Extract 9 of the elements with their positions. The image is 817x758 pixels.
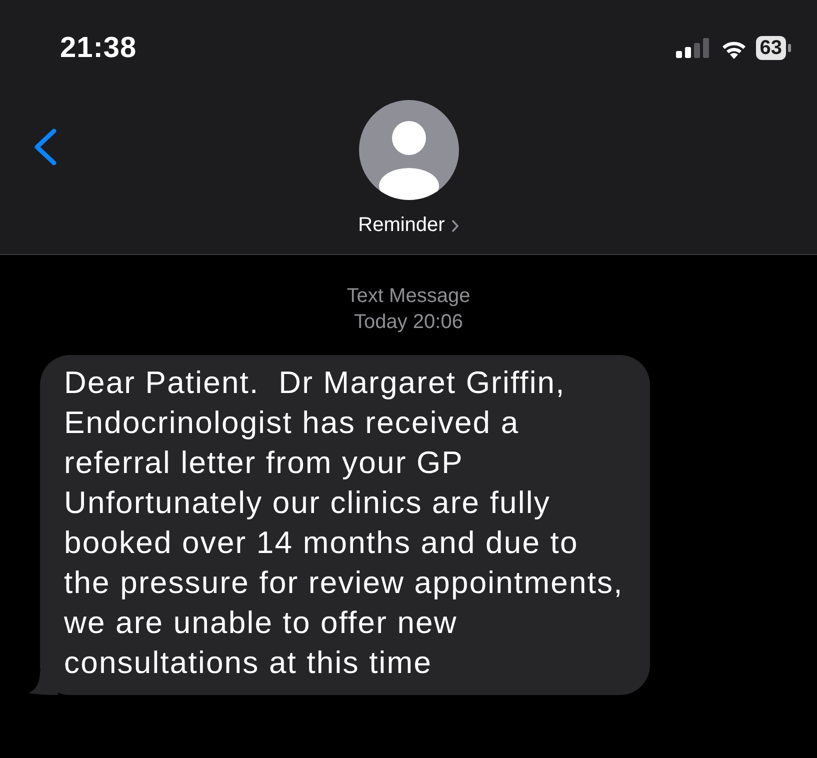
- bubble-tail: [28, 671, 58, 695]
- service-label: Text Message: [346, 284, 470, 309]
- contact-name[interactable]: Reminder: [358, 214, 459, 237]
- status-time: 21:38: [60, 32, 137, 64]
- chevron-icon: [450, 218, 459, 232]
- signal-icon: [676, 38, 712, 58]
- message-time: Today 20:06: [354, 310, 463, 335]
- back-icon[interactable]: [32, 128, 58, 166]
- avatar-icon[interactable]: [358, 100, 458, 200]
